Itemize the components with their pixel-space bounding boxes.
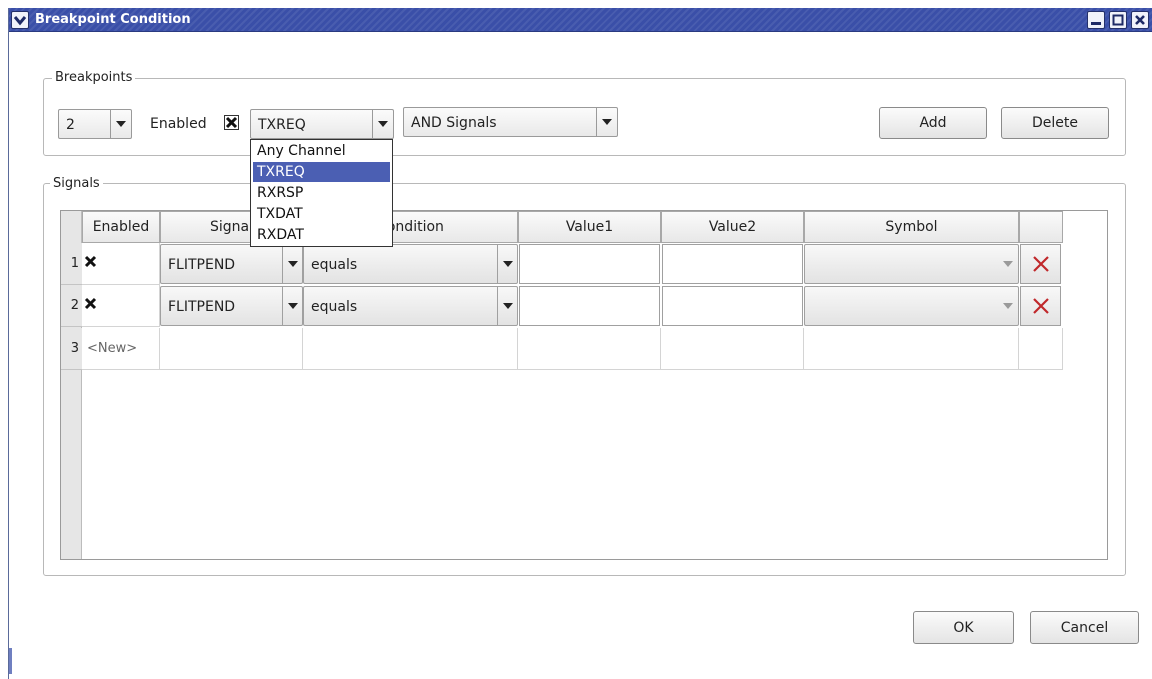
ok-button[interactable]: OK: [913, 611, 1014, 644]
delete-row-button[interactable]: [1020, 286, 1061, 326]
channel-select[interactable]: TXREQ: [250, 109, 394, 139]
dropdown-option-rxdat[interactable]: RXDAT: [253, 225, 390, 245]
chevron-down-icon: [282, 245, 302, 283]
delete-button[interactable]: Delete: [1001, 107, 1109, 139]
row-signal-value: FLITPEND: [168, 257, 236, 273]
channel-value: TXREQ: [258, 117, 306, 133]
delete-x-icon: [1032, 298, 1049, 314]
chevron-down-icon: [998, 287, 1018, 325]
row-condition-value: equals: [311, 257, 358, 273]
row-value1-input[interactable]: [519, 244, 660, 284]
chevron-down-icon: [596, 108, 617, 136]
window-edge-accent: [9, 648, 12, 674]
row-value1-input[interactable]: [519, 286, 660, 326]
row-condition-value: equals: [311, 299, 358, 315]
dropdown-option-txdat[interactable]: TXDAT: [253, 204, 390, 224]
row-number: 3: [61, 328, 82, 370]
window-menu-chevron-icon[interactable]: [11, 11, 29, 29]
row-number: 1: [61, 243, 82, 285]
new-row-cell[interactable]: <New>: [82, 328, 160, 370]
chevron-down-icon: [998, 245, 1018, 283]
window-title: Breakpoint Condition: [35, 12, 191, 27]
add-button[interactable]: Add: [879, 107, 987, 139]
dropdown-option-txreq[interactable]: TXREQ: [253, 162, 390, 182]
table-row-2-enabled-cell: [82, 285, 160, 327]
breakpoint-number-value: 2: [66, 117, 75, 133]
row-value2-input[interactable]: [662, 286, 803, 326]
row-signal-select[interactable]: FLITPEND: [160, 244, 303, 284]
row-value2-input[interactable]: [662, 244, 803, 284]
breakpoint-enabled-checkbox[interactable]: [224, 115, 239, 130]
chevron-down-icon: [497, 287, 517, 325]
dropdown-option-rxrsp[interactable]: RXRSP: [253, 183, 390, 203]
dropdown-option-any-channel[interactable]: Any Channel: [253, 141, 390, 161]
maximize-icon[interactable]: [1109, 11, 1127, 29]
chevron-down-icon: [110, 110, 131, 138]
close-icon[interactable]: [1131, 11, 1149, 29]
signals-group-title: Signals: [50, 176, 103, 192]
column-header-value2[interactable]: Value2: [661, 211, 804, 243]
delete-row-button[interactable]: [1020, 244, 1061, 284]
new-row-delete-cell: [1019, 328, 1063, 370]
row-signal-value: FLITPEND: [168, 299, 236, 315]
new-row-placeholder: <New>: [87, 341, 138, 356]
column-header-value1[interactable]: Value1: [518, 211, 661, 243]
row-number: 2: [61, 285, 82, 327]
channel-dropdown-list: Any Channel TXREQ RXRSP TXDAT RXDAT: [250, 139, 393, 247]
column-header-delete: [1019, 211, 1063, 243]
new-row-condition-cell[interactable]: [303, 328, 518, 370]
column-header-signal-label: Signal: [209, 219, 253, 235]
column-header-enabled[interactable]: Enabled: [82, 211, 160, 243]
breakpoint-number-select[interactable]: 2: [58, 109, 132, 139]
column-header-symbol[interactable]: Symbol: [804, 211, 1019, 243]
logic-select[interactable]: AND Signals: [403, 107, 618, 137]
row-symbol-select[interactable]: [804, 286, 1019, 326]
chevron-down-icon: [497, 245, 517, 283]
logic-value: AND Signals: [411, 115, 497, 131]
row-symbol-select[interactable]: [804, 244, 1019, 284]
title-bar[interactable]: Breakpoint Condition: [9, 8, 1152, 32]
row-condition-select[interactable]: equals: [303, 286, 518, 326]
signals-table: Enabled Signal Condition Value1 Value2 S…: [60, 210, 1108, 560]
new-row-signal-cell[interactable]: [160, 328, 303, 370]
new-row-value2-cell[interactable]: [661, 328, 804, 370]
table-row-1-enabled-cell: [82, 243, 160, 285]
chevron-down-icon: [372, 110, 393, 138]
cancel-button[interactable]: Cancel: [1030, 611, 1139, 644]
delete-x-icon: [1032, 256, 1049, 272]
chevron-down-icon: [282, 287, 302, 325]
new-row-symbol-cell[interactable]: [804, 328, 1019, 370]
row-enabled-checkbox[interactable]: [84, 255, 99, 270]
row-signal-select[interactable]: FLITPEND: [160, 286, 303, 326]
breakpoints-group-title: Breakpoints: [52, 70, 136, 86]
minimize-icon[interactable]: [1087, 11, 1105, 29]
row-enabled-checkbox[interactable]: [84, 297, 99, 312]
enabled-label: Enabled: [150, 116, 207, 132]
new-row-value1-cell[interactable]: [518, 328, 661, 370]
row-condition-select[interactable]: equals: [303, 244, 518, 284]
